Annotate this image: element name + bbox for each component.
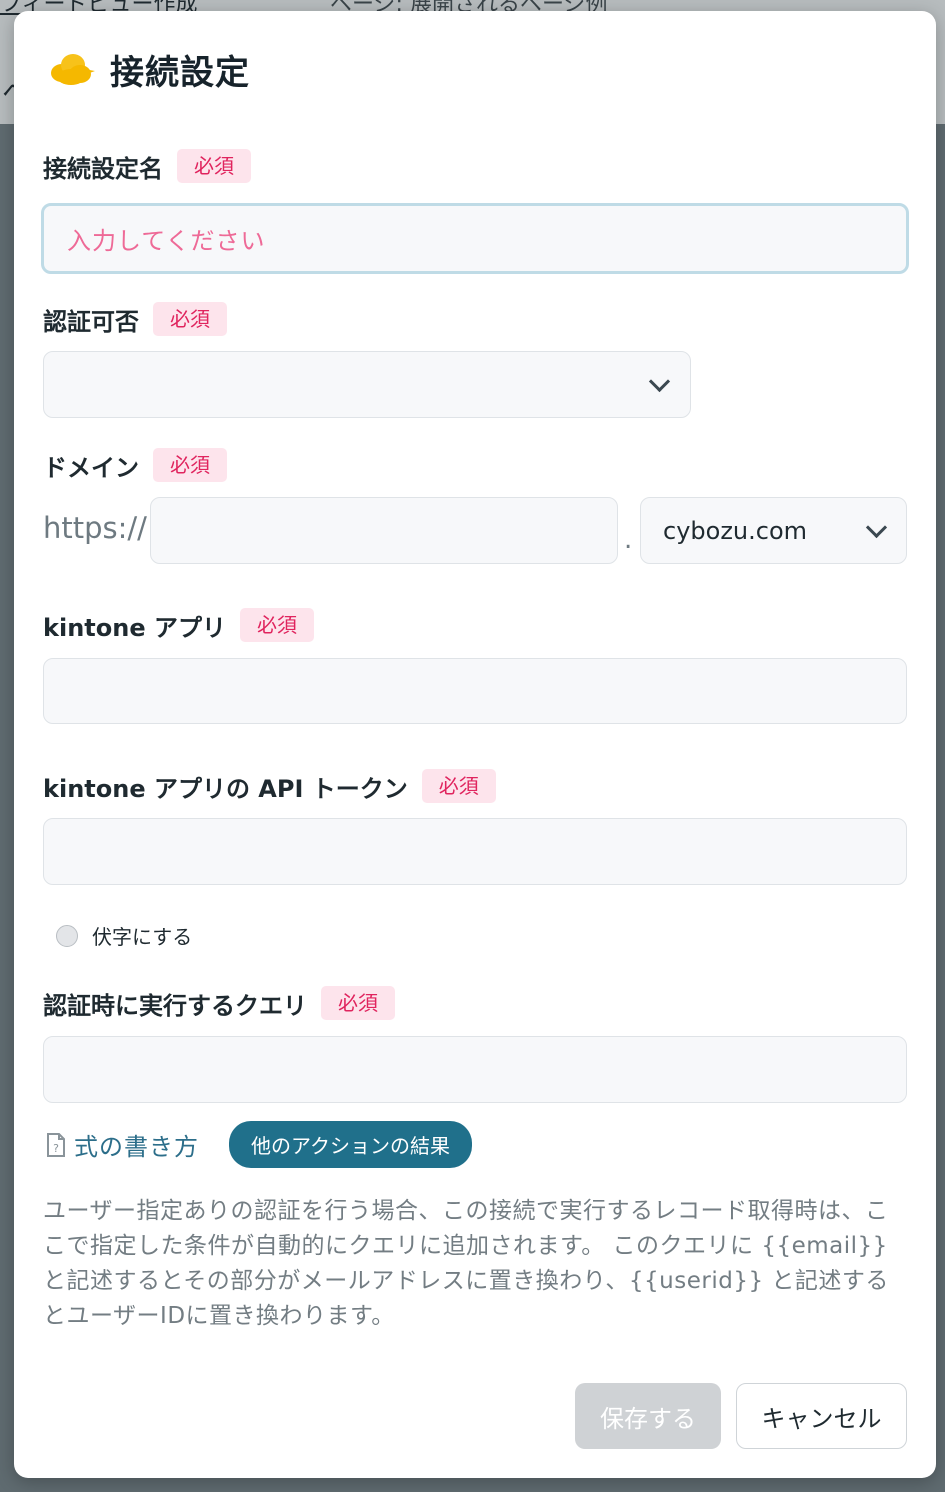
api-token-input[interactable]: [43, 818, 907, 885]
query-helpers: ? 式の書き方 他のアクションの結果: [46, 1121, 472, 1168]
chevron-down-icon: [648, 370, 671, 393]
api-token-label: kintone アプリの API トークン: [43, 774, 408, 803]
mask-radio[interactable]: [56, 924, 78, 947]
chevron-down-icon: [865, 516, 888, 539]
domain-label: ドメイン: [43, 453, 139, 482]
domain-label-row: ドメイン 必須: [43, 447, 227, 483]
connection-name-label: 接続設定名: [43, 154, 163, 183]
required-badge: 必須: [239, 608, 314, 642]
required-badge: 必須: [153, 448, 227, 482]
formula-help-link[interactable]: 式の書き方: [74, 1127, 199, 1162]
modal-header: 接続設定: [46, 43, 250, 95]
api-token-label-row: kintone アプリの API トークン 必須: [43, 768, 496, 804]
cloud-icon: [51, 54, 95, 85]
required-badge: 必須: [153, 302, 227, 336]
connection-name-placeholder: 入力してください: [67, 227, 266, 255]
cancel-button[interactable]: キャンセル: [736, 1383, 907, 1449]
required-badge: 必須: [421, 769, 496, 803]
auth-query-label-row: 認証時に実行するクエリ 必須: [43, 985, 395, 1021]
connection-settings-modal: 接続設定 接続設定名 必須 入力してください 認証可否 必須 ドメイン 必須 h…: [14, 11, 936, 1478]
auth-label: 認証可否: [43, 307, 139, 336]
required-badge: 必須: [321, 986, 395, 1020]
modal-title: 接続設定: [110, 52, 250, 93]
kintone-app-label-row: kintone アプリ 必須: [43, 607, 314, 643]
mask-toggle[interactable]: 伏字にする: [56, 921, 192, 950]
domain-prefix: https://: [43, 511, 147, 545]
auth-query-input[interactable]: [43, 1036, 907, 1103]
connection-name-input[interactable]: 入力してください: [41, 203, 909, 274]
save-button[interactable]: 保存する: [575, 1383, 721, 1449]
svg-text:?: ?: [53, 1142, 59, 1155]
subdomain-input[interactable]: [150, 497, 618, 564]
auth-query-description: ユーザー指定ありの認証を行う場合、この接続で実行するレコード取得時は、ここで指定…: [43, 1198, 889, 1329]
auth-select[interactable]: [43, 351, 691, 418]
auth-query-label: 認証時に実行するクエリ: [43, 991, 307, 1020]
required-badge: 必須: [177, 149, 251, 183]
connection-name-label-row: 接続設定名 必須: [43, 148, 251, 184]
domain-separator: .: [624, 525, 633, 555]
mask-label: 伏字にする: [92, 925, 193, 949]
document-help-icon: ?: [47, 1132, 65, 1157]
other-action-results-button[interactable]: 他のアクションの結果: [229, 1121, 472, 1168]
kintone-app-input[interactable]: [43, 658, 907, 724]
kintone-app-label: kintone アプリ: [43, 613, 226, 642]
domain-suffix-value: cybozu.com: [663, 516, 808, 545]
auth-label-row: 認証可否 必須: [43, 301, 227, 337]
domain-suffix-select[interactable]: cybozu.com: [640, 497, 907, 564]
